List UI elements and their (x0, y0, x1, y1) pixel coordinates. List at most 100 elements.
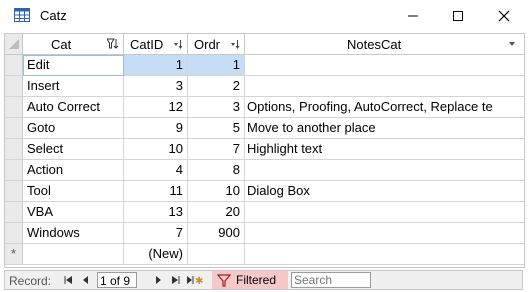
cell-catid[interactable]: 11 (124, 181, 188, 202)
row-selector[interactable] (5, 181, 23, 202)
cell-catid[interactable]: 1 (124, 55, 188, 76)
table-row[interactable]: VBA 13 20 (5, 202, 524, 223)
cell-ordr[interactable] (188, 244, 245, 265)
table-row[interactable]: Goto 9 5 Move to another place (5, 118, 524, 139)
cell-cat[interactable]: Auto Correct (23, 97, 124, 118)
cell-ordr[interactable]: 5 (188, 118, 245, 139)
cell-notescat[interactable] (245, 244, 524, 265)
cell-cat[interactable]: Insert (23, 76, 124, 97)
chevron-down-icon[interactable] (509, 42, 515, 46)
row-selector[interactable] (5, 139, 23, 160)
table-row[interactable]: Edit 1 1 (5, 55, 524, 76)
last-record-button[interactable] (168, 273, 182, 287)
cell-notescat[interactable]: Highlight text (245, 139, 524, 160)
cell-cat[interactable]: Goto (23, 118, 124, 139)
previous-record-button[interactable] (78, 273, 92, 287)
column-header-ordr-label: Ordr (194, 37, 220, 52)
next-record-button[interactable] (151, 273, 165, 287)
record-label: Record: (9, 274, 52, 288)
cell-ordr[interactable]: 1 (188, 55, 245, 76)
cell-catid[interactable]: 12 (124, 97, 188, 118)
cell-ordr[interactable]: 900 (188, 223, 245, 244)
table-row[interactable]: Windows 7 900 (5, 223, 524, 244)
cell-ordr[interactable]: 2 (188, 76, 245, 97)
svg-text:✱: ✱ (195, 276, 203, 285)
cell-catid[interactable]: 3 (124, 76, 188, 97)
new-row-marker: * (5, 244, 23, 265)
table-row[interactable]: Auto Correct 12 3 Options, Proofing, AutoCo… (5, 97, 524, 118)
column-header-catid[interactable]: CatID (124, 34, 188, 55)
new-record-row[interactable]: * (New) (5, 244, 524, 265)
cell-catid[interactable]: 4 (124, 160, 188, 181)
cell-catid[interactable]: 9 (124, 118, 188, 139)
maximize-button[interactable] (435, 0, 481, 32)
table-row[interactable]: Insert 3 2 (5, 76, 524, 97)
column-header-cat[interactable]: Cat (23, 34, 124, 55)
cell-cat[interactable]: Select (23, 139, 124, 160)
cell-notescat[interactable]: Dialog Box (245, 181, 524, 202)
close-icon (498, 10, 510, 22)
sort-ascending-icon[interactable] (231, 39, 240, 49)
close-button[interactable] (481, 0, 527, 32)
cell-ordr[interactable]: 7 (188, 139, 245, 160)
cell-ordr[interactable]: 8 (188, 160, 245, 181)
cell-ordr[interactable]: 20 (188, 202, 245, 223)
column-header-notescat-label: NotesCat (347, 37, 402, 52)
cell-cat[interactable]: Windows (23, 223, 124, 244)
column-header-catid-label: CatID (130, 37, 164, 52)
table-row[interactable]: Action 4 8 (5, 160, 524, 181)
cell-catid[interactable]: (New) (124, 244, 188, 265)
cell-notescat[interactable] (245, 223, 524, 244)
minimize-icon (408, 15, 418, 17)
maximize-icon (453, 11, 463, 21)
filter-toggle-button[interactable]: Filtered (212, 271, 288, 289)
row-selector[interactable] (5, 55, 23, 76)
select-all-box[interactable] (5, 34, 23, 55)
column-header-cat-label: Cat (51, 37, 72, 52)
cell-catid[interactable]: 10 (124, 139, 188, 160)
row-selector[interactable] (5, 160, 23, 181)
minimize-button[interactable] (390, 0, 436, 32)
column-header-ordr[interactable]: Ordr (188, 34, 245, 55)
previous-record-icon (82, 276, 88, 284)
cell-cat[interactable]: Action (23, 160, 124, 181)
cell-cat[interactable]: Tool (23, 181, 124, 202)
row-selector[interactable] (5, 97, 23, 118)
cell-notescat[interactable] (245, 76, 524, 97)
current-record-field[interactable]: 1 of 9 (97, 272, 137, 288)
table-row[interactable]: Select 10 7 Highlight text (5, 139, 524, 160)
select-all-icon (9, 39, 19, 49)
search-input[interactable] (291, 272, 371, 288)
cell-cat[interactable]: Edit (23, 55, 124, 76)
cell-cat[interactable]: VBA (23, 202, 124, 223)
cell-catid[interactable]: 13 (124, 202, 188, 223)
last-record-icon (171, 276, 179, 284)
new-record-button[interactable]: ✱ (185, 273, 205, 287)
title-bar: Catz (0, 0, 528, 32)
first-record-button[interactable] (61, 273, 75, 287)
datasheet-grid: Cat CatID Ordr NotesCat Edit 1 1 Insert … (4, 33, 525, 268)
filter-icon (217, 274, 231, 287)
row-selector[interactable] (5, 223, 23, 244)
row-selector[interactable] (5, 118, 23, 139)
cell-ordr[interactable]: 10 (188, 181, 245, 202)
row-selector[interactable] (5, 202, 23, 223)
table-row[interactable]: Tool 11 10 Dialog Box (5, 181, 524, 202)
cell-cat[interactable] (23, 244, 124, 265)
table-icon (14, 8, 30, 22)
cell-notescat[interactable] (245, 55, 524, 76)
cell-ordr[interactable]: 3 (188, 97, 245, 118)
cell-notescat[interactable] (245, 202, 524, 223)
row-selector[interactable] (5, 76, 23, 97)
filter-applied-icon[interactable] (107, 38, 119, 50)
filter-label: Filtered (236, 273, 277, 287)
sort-ascending-icon[interactable] (174, 39, 183, 49)
cell-notescat[interactable]: Move to another place (245, 118, 524, 139)
window-title: Catz (40, 8, 67, 23)
new-record-icon: ✱ (187, 276, 203, 285)
cell-catid[interactable]: 7 (124, 223, 188, 244)
cell-notescat[interactable] (245, 160, 524, 181)
cell-notescat[interactable]: Options, Proofing, AutoCorrect, Replace … (245, 97, 524, 118)
column-header-notescat[interactable]: NotesCat (245, 34, 524, 55)
datasheet-window: Catz Cat CatID Ordr NotesCat Edit 1 1 In… (0, 0, 528, 292)
